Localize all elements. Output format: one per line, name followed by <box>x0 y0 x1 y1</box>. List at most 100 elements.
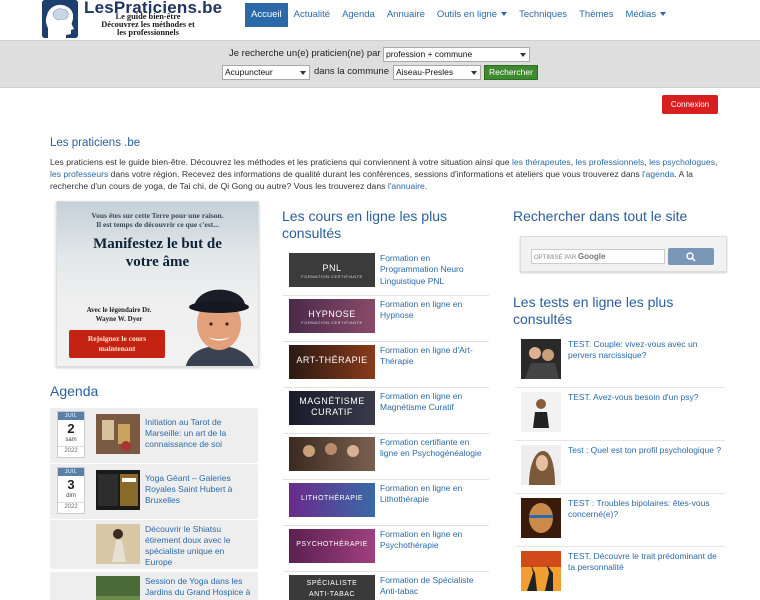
nav-item-themes[interactable]: Thèmes <box>573 3 619 27</box>
intro-title: Les praticiens .be <box>50 137 141 149</box>
agenda-event-link[interactable]: Yoga Géant – Galeries Royales Saint Hube… <box>145 473 253 506</box>
agenda-event-link[interactable]: Découvrir le Shiatsu étirement doux avec… <box>145 524 253 568</box>
test-thumbnail[interactable] <box>521 392 561 432</box>
commune-select[interactable]: Aiseau-Presles <box>393 65 481 80</box>
course-link[interactable]: Formation de Spécialiste Anti-tabac <box>380 575 488 598</box>
search-mode-select[interactable]: profession + commune <box>383 47 530 62</box>
search-icon <box>686 252 696 262</box>
link-therapeutes[interactable]: les thérapeutes <box>512 157 571 167</box>
test-link[interactable]: TEST. Couple: vivez-vous avec un pervers… <box>568 339 723 362</box>
course-item: MAGNÉTISME CURATIF Formation en ligne en … <box>283 388 489 434</box>
course-item: SPÉCIALISTE ANTI-TABAC Formation de Spéci… <box>283 572 489 600</box>
course-thumbnail[interactable]: ART-THÉRAPIE <box>289 345 375 379</box>
link-psychologues[interactable]: les psychologues <box>649 157 715 167</box>
site-search-title: Rechercher dans tout le site <box>513 208 688 224</box>
promo-speaker: Avec le légendaire Dr. Wayne W. Dyer <box>86 306 152 323</box>
course-thumbnail[interactable]: SPÉCIALISTE ANTI-TABAC <box>289 575 375 600</box>
course-item: HYPNOSE FORMATION CERTIFIANTE Formation e… <box>283 296 489 342</box>
link-professeurs[interactable]: les professeurs <box>50 169 108 179</box>
link-professionnels[interactable]: les professionnels <box>576 157 645 167</box>
logo-head-icon <box>42 0 78 38</box>
link-agenda[interactable]: l'agenda <box>642 169 674 179</box>
intro-text: Les praticiens est le guide bien-être. D… <box>50 157 718 191</box>
nav-item-outils-label: Outils en ligne <box>436 9 498 20</box>
agenda-title: Agenda <box>50 383 99 399</box>
agenda-event-image[interactable] <box>96 524 140 564</box>
test-link[interactable]: TEST. Découvre le trait prédominant de t… <box>568 551 723 574</box>
course-link[interactable]: Formation en ligne en Lithothérapie <box>380 483 488 506</box>
course-link[interactable]: Formation en ligne en Psychothérapie <box>380 529 488 552</box>
nav-item-annuaire[interactable]: Annuaire <box>381 3 431 27</box>
test-item: TEST. Découvre le trait prédominant de t… <box>515 548 725 600</box>
tests-title: Les tests en ligne les plus consultés <box>513 294 674 327</box>
google-search-input[interactable]: OPTIMISÉ PAR Google <box>531 249 665 264</box>
connexion-button[interactable]: Connexion <box>662 95 718 114</box>
test-thumbnail[interactable] <box>521 445 561 485</box>
search-label-mode: Je recherche un(e) praticien(ne) par <box>229 48 381 59</box>
chevron-down-icon <box>501 12 508 16</box>
test-link[interactable]: TEST. Avez-vous besoin d'un psy? <box>568 392 723 403</box>
course-link[interactable]: Formation en ligne d'Art-Thérapie <box>380 345 488 368</box>
course-thumbnail[interactable]: LITHOTHÉRAPIE <box>289 483 375 517</box>
nav-item-outils[interactable]: Outils en ligne <box>431 3 513 27</box>
agenda-date-badge: JUIL 3 dim 2022 <box>57 467 85 514</box>
test-link[interactable]: Test : Quel est ton profil psychologique… <box>568 445 723 456</box>
nav-item-actualite[interactable]: Actualité <box>288 3 336 27</box>
chevron-down-icon <box>471 71 477 75</box>
promo-portrait-image <box>185 289 254 366</box>
agenda-event-link[interactable]: Session de Yoga dans les Jardins du Gran… <box>145 576 253 598</box>
agenda-event-image[interactable] <box>96 576 140 600</box>
agenda-day-group: JUIL 3 dim 2022 Yoga Géant – Galeries Ro… <box>50 464 258 519</box>
chevron-down-icon <box>300 71 306 75</box>
search-mode-value: profession + commune <box>386 49 473 59</box>
logo-subtitle: Le guide bien-être Découvrez les méthode… <box>101 12 195 37</box>
course-thumbnail[interactable]: PSYCHOTHÉRAPIE <box>289 529 375 563</box>
link-annuaire[interactable]: l'annuaire <box>388 181 425 191</box>
site-logo[interactable]: LesPraticiens.be Le guide bien-être Déco… <box>40 0 222 40</box>
course-item: PNL FORMATION CERTIFIANTE Formation en Pr… <box>283 250 489 296</box>
search-label-commune: dans la commune <box>314 66 389 77</box>
nav-item-agenda[interactable]: Agenda <box>336 3 381 27</box>
chevron-down-icon <box>660 12 667 16</box>
course-link[interactable]: Formation en ligne en Hypnose <box>380 299 488 322</box>
agenda-event-image[interactable] <box>96 414 140 454</box>
test-thumbnail[interactable] <box>521 551 561 591</box>
course-thumbnail[interactable]: PNL FORMATION CERTIFIANTE <box>289 253 375 287</box>
practitioner-search-bar: Je recherche un(e) praticien(ne) par pro… <box>0 40 760 88</box>
course-thumbnail[interactable] <box>289 437 375 471</box>
course-link[interactable]: Formation certifiante en ligne en Psycho… <box>380 437 488 460</box>
test-item: TEST. Avez-vous besoin d'un psy? <box>515 389 725 441</box>
nav-item-techniques[interactable]: Techniques <box>513 3 573 27</box>
course-link[interactable]: Formation en Programmation Neuro Linguis… <box>380 253 488 287</box>
commune-value: Aiseau-Presles <box>396 67 454 77</box>
promo-banner[interactable]: Vous êtes sur cette Terre pour une raiso… <box>56 201 259 367</box>
chevron-down-icon <box>520 53 526 57</box>
course-link[interactable]: Formation en ligne en Magnétisme Curatif <box>380 391 488 414</box>
course-thumbnail[interactable]: MAGNÉTISME CURATIF <box>289 391 375 425</box>
promo-headline: Manifestez le but de votre âme <box>93 236 222 270</box>
google-search-button[interactable] <box>668 248 714 265</box>
agenda-date-badge: JUIL 2 sam 2022 <box>57 411 85 458</box>
test-thumbnail[interactable] <box>521 339 561 379</box>
courses-title: Les cours en ligne les plus consultés <box>282 208 447 241</box>
agenda-event-row: Session de Yoga dans les Jardins du Gran… <box>50 572 258 600</box>
google-search-prefix: OPTIMISÉ PAR <box>534 255 577 261</box>
course-thumbnail[interactable]: HYPNOSE FORMATION CERTIFIANTE <box>289 299 375 333</box>
course-item: PSYCHOTHÉRAPIE Formation en ligne en Psy… <box>283 526 489 572</box>
nav-item-accueil[interactable]: Accueil <box>245 3 288 27</box>
test-thumbnail[interactable] <box>521 498 561 538</box>
test-item: Test : Quel est ton profil psychologique… <box>515 442 725 494</box>
search-submit-button[interactable]: Rechercher <box>484 65 538 80</box>
agenda-event-image[interactable] <box>96 470 140 510</box>
test-item: TEST : Troubles bipolaires: êtes-vous co… <box>515 495 725 547</box>
test-item: TEST. Couple: vivez-vous avec un pervers… <box>515 336 725 388</box>
nav-item-medias-label: Médias <box>625 9 657 20</box>
promo-cta-button[interactable]: Rejoignez le cours maintenant <box>69 330 165 358</box>
test-link[interactable]: TEST : Troubles bipolaires: êtes-vous co… <box>568 498 723 521</box>
main-nav: Accueil Actualité Agenda Annuaire Outils… <box>245 3 672 27</box>
nav-item-medias[interactable]: Médias <box>619 3 672 27</box>
agenda-event-link[interactable]: Initiation au Tarot de Marseille: un art… <box>145 417 253 450</box>
profession-select[interactable]: Acupuncteur <box>222 65 310 80</box>
google-search-brand: Google <box>577 252 606 261</box>
site-header: LesPraticiens.be Le guide bien-être Déco… <box>0 0 760 40</box>
